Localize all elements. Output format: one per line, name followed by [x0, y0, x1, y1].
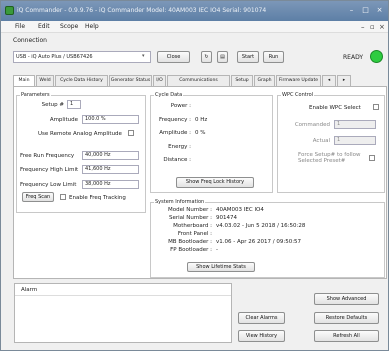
menu-edit[interactable]: Edit [38, 23, 50, 30]
serial-number-label: Serial Number : [168, 215, 212, 221]
status-text: READY [343, 54, 364, 61]
mdi-restore-icon[interactable]: ▫ [370, 23, 375, 31]
maximize-icon[interactable]: □ [360, 6, 371, 15]
commanded-label: Commanded [294, 122, 330, 128]
energy-label: Energy : [168, 144, 191, 150]
frequency-low-limit-field[interactable]: 38,000 Hz [82, 180, 139, 189]
window-title: iQ Commander - 0.9.9.76 - iQ Commander M… [17, 7, 267, 14]
restore-defaults-button[interactable]: Restore Defaults [314, 312, 379, 324]
frequency-value: 0 Hz [195, 117, 208, 123]
run-button[interactable]: Run [263, 51, 284, 63]
freq-scan-button[interactable]: Freq Scan [22, 192, 54, 202]
actual-label: Actual [312, 138, 330, 144]
frequency-high-limit-field[interactable]: 41,600 Hz [82, 165, 139, 174]
main-tab-panel: Parameters Setup # 1 Amplitude 100.0 % U… [13, 86, 387, 279]
tab-cycle-data-history[interactable]: Cycle Data History [55, 75, 108, 86]
close-icon[interactable]: × [374, 6, 385, 15]
amplitude-label: Amplitude [49, 117, 78, 123]
power-label: Power : [170, 103, 191, 109]
wpc-control-title: WPC Control [281, 92, 315, 98]
view-history-button[interactable]: View History [238, 330, 285, 342]
tab-communications[interactable]: Communications [167, 75, 230, 86]
frequency-label: Frequency : [158, 117, 191, 123]
tab-scroll-right-icon[interactable]: ▸ [337, 75, 351, 86]
menu-file[interactable]: File [15, 23, 25, 30]
app-logo-icon [5, 6, 14, 15]
show-advanced-button[interactable]: Show Advanced [314, 293, 379, 305]
title-bar: iQ Commander - 0.9.9.76 - iQ Commander M… [1, 1, 388, 21]
refresh-icon[interactable]: ↻ [201, 51, 212, 63]
enable-freq-tracking-label: Enable Freq Tracking [69, 195, 126, 201]
save-icon[interactable]: ▤ [217, 51, 228, 63]
frequency-low-limit-label: Frequency Low Limit [20, 182, 77, 188]
chevron-down-icon[interactable]: ▾ [142, 53, 145, 59]
show-lifetime-stats-button[interactable]: Show Lifetime Stats [187, 262, 255, 272]
free-run-frequency-field[interactable]: 40,000 Hz [82, 151, 139, 160]
motherboard-value: v4.03.02 - Jun 5 2018 / 16:50:28 [216, 223, 306, 229]
tab-firmware-update[interactable]: Firmware Update [276, 75, 321, 86]
distance-label: Distance : [163, 157, 191, 163]
cycle-amplitude-label: Amplitude : [159, 130, 191, 136]
tab-generator-status[interactable]: Generator Status [109, 75, 152, 86]
fp-bootloader-value: - [216, 247, 218, 253]
model-number-label: Model Number : [168, 207, 212, 213]
frequency-high-limit-label: Frequency High Limit [20, 167, 79, 173]
menu-scope[interactable]: Scope [60, 23, 78, 30]
cycle-amplitude-value: 0 % [195, 130, 206, 136]
setup-number-field[interactable]: 1 [67, 100, 81, 109]
enable-freq-tracking-checkbox[interactable] [60, 194, 66, 200]
actual-field[interactable]: 1 [334, 136, 376, 145]
tab-scroll-left-icon[interactable]: ◂ [322, 75, 336, 86]
tab-weld[interactable]: Weld [36, 75, 54, 86]
app-window: iQ Commander - 0.9.9.76 - iQ Commander M… [0, 0, 389, 351]
show-freq-lock-history-button[interactable]: Show Freq Lock History [176, 177, 254, 188]
refresh-all-button[interactable]: Refresh All [314, 330, 379, 342]
close-connection-button[interactable]: Close [157, 51, 190, 63]
tab-graph[interactable]: Graph [254, 75, 275, 86]
force-setup-checkbox[interactable] [369, 155, 375, 161]
motherboard-label: Motherboard : [173, 223, 212, 229]
enable-wpc-select-label: Enable WPC Select [309, 105, 361, 111]
alarm-header: Alarm [21, 287, 38, 293]
device-select[interactable]: USB - iQ Auto Plus / USB67426 [13, 51, 151, 63]
start-button[interactable]: Start [237, 51, 259, 63]
mdi-minimize-icon[interactable]: – [361, 23, 365, 31]
front-panel-label: Front Panel : [177, 231, 212, 237]
mdi-close-icon[interactable]: × [379, 23, 385, 31]
connection-label: Connection [13, 37, 47, 44]
cycle-data-title: Cycle Data [154, 92, 184, 98]
menu-help[interactable]: Help [85, 23, 99, 30]
setup-number-label: Setup # [41, 102, 64, 108]
commanded-field[interactable]: 1 [334, 120, 376, 129]
force-setup-label-line2: Selected Preset# [298, 158, 346, 164]
remote-amplitude-checkbox[interactable] [128, 130, 134, 136]
clear-alarms-button[interactable]: Clear Alarms [238, 312, 285, 324]
fp-bootloader-label: FP Bootloader : [170, 247, 212, 253]
tab-io[interactable]: I/O [153, 75, 166, 86]
mb-bootloader-value: v1.06 - Apr 26 2017 / 09:50:57 [216, 239, 302, 245]
device-select-value: USB - iQ Auto Plus / USB67426 [16, 54, 93, 60]
enable-wpc-select-checkbox[interactable] [373, 104, 379, 110]
parameters-title: Parameters [20, 92, 51, 98]
amplitude-field[interactable]: 100.0 % [82, 115, 139, 124]
minimize-icon[interactable]: – [346, 6, 357, 15]
status-indicator-icon [370, 50, 383, 63]
alarm-header-divider [15, 295, 231, 296]
free-run-frequency-label: Free Run Frequency [20, 153, 75, 159]
serial-number-value: 901474 [216, 215, 237, 221]
menu-bar: File Edit Scope Help – ▫ × [1, 21, 388, 33]
mb-bootloader-label: MB Bootloader : [168, 239, 212, 245]
model-number-value: 40AM003 IEC IO4 [216, 207, 264, 213]
remote-amplitude-label: Use Remote Analog Amplitude [38, 131, 122, 137]
system-information-title: System Information [154, 199, 206, 205]
tab-setup[interactable]: Setup [231, 75, 253, 86]
alarm-list[interactable]: Alarm [14, 283, 232, 343]
